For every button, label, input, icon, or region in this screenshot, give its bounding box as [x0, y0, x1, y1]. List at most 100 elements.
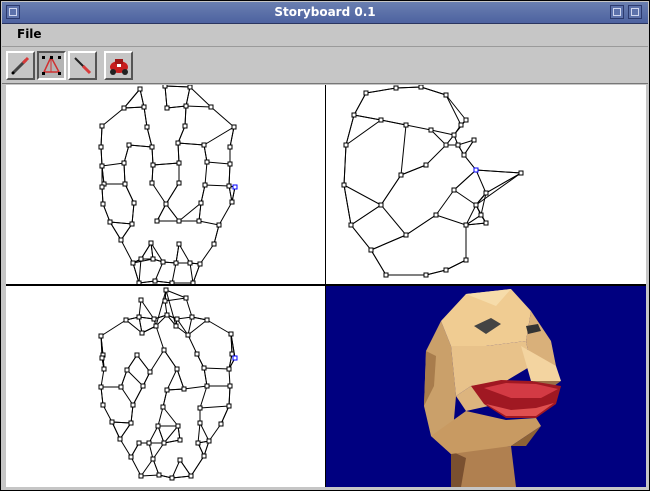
mesh-vertex[interactable]: [109, 419, 115, 425]
mesh-vertex[interactable]: [398, 172, 404, 178]
mesh-vertex[interactable]: [208, 104, 214, 110]
mesh-vertex[interactable]: [150, 456, 156, 462]
mesh-vertex[interactable]: [129, 221, 135, 227]
mesh-vertex[interactable]: [518, 170, 524, 176]
mesh-vertex[interactable]: [473, 167, 479, 173]
mesh-vertex[interactable]: [107, 219, 113, 225]
mesh-vertex[interactable]: [149, 144, 155, 150]
front-view-viewport[interactable]: [6, 85, 325, 284]
minimize-button[interactable]: [610, 5, 624, 19]
mesh-vertex[interactable]: [232, 184, 238, 190]
mesh-vertex[interactable]: [128, 454, 134, 460]
mesh-vertex[interactable]: [161, 440, 167, 446]
mesh-vertex[interactable]: [368, 247, 374, 253]
mesh-vertex[interactable]: [198, 200, 204, 206]
mesh-vertex[interactable]: [478, 212, 484, 218]
mesh-vertex[interactable]: [187, 260, 193, 266]
mesh-vertex[interactable]: [137, 86, 143, 92]
mesh-vertex[interactable]: [163, 201, 169, 207]
mesh-vertex[interactable]: [195, 440, 201, 446]
mesh-vertex[interactable]: [378, 117, 384, 123]
mesh-vertex[interactable]: [121, 160, 127, 166]
mesh-vertex[interactable]: [201, 453, 207, 459]
mesh-vertex[interactable]: [204, 159, 210, 165]
mesh-vertex[interactable]: [169, 475, 175, 481]
mesh-vertex[interactable]: [204, 383, 210, 389]
mesh-vertex[interactable]: [206, 438, 212, 444]
mesh-vertex[interactable]: [98, 384, 104, 390]
mesh-vertex[interactable]: [141, 104, 147, 110]
mesh-vertex[interactable]: [461, 152, 467, 158]
mesh-vertex[interactable]: [149, 180, 155, 186]
pencil-tool-button[interactable]: [6, 51, 35, 80]
mesh-vertex[interactable]: [181, 386, 187, 392]
mesh-vertex[interactable]: [202, 182, 208, 188]
mesh-vertex[interactable]: [177, 437, 183, 443]
mesh-vertex[interactable]: [443, 142, 449, 148]
top-view-viewport[interactable]: [6, 286, 325, 487]
mesh-vertex[interactable]: [161, 347, 167, 353]
mesh-vertex[interactable]: [227, 161, 233, 167]
mesh-vertex[interactable]: [99, 123, 105, 129]
mesh-vertex[interactable]: [98, 333, 104, 339]
mesh-vertex[interactable]: [118, 237, 124, 243]
mesh-vertex[interactable]: [443, 267, 449, 273]
mesh-vertex[interactable]: [201, 365, 207, 371]
mesh-vertex[interactable]: [100, 201, 106, 207]
mesh-vertex[interactable]: [226, 366, 232, 372]
front-view-wireframe[interactable]: [6, 85, 325, 284]
mesh-vertex[interactable]: [232, 355, 238, 361]
side-view-viewport[interactable]: [326, 85, 646, 284]
mesh-vertex[interactable]: [226, 403, 232, 409]
mesh-vertex[interactable]: [160, 404, 166, 410]
mesh-vertex[interactable]: [423, 272, 429, 278]
mesh-vertex[interactable]: [383, 272, 389, 278]
mesh-vertex[interactable]: [190, 280, 196, 284]
mesh-vertex[interactable]: [173, 260, 179, 266]
mesh-vertex[interactable]: [126, 142, 132, 148]
mesh-vertex[interactable]: [471, 137, 477, 143]
mesh-vertex[interactable]: [188, 473, 194, 479]
mesh-vertex[interactable]: [136, 314, 142, 320]
mesh-vertex[interactable]: [423, 162, 429, 168]
mesh-vertex[interactable]: [156, 472, 162, 478]
mesh-vertex[interactable]: [147, 369, 153, 375]
mesh-vertex[interactable]: [98, 144, 104, 150]
mesh-vertex[interactable]: [138, 473, 144, 479]
mesh-vertex[interactable]: [418, 85, 424, 90]
mesh-vertex[interactable]: [150, 256, 156, 262]
mesh-vertex[interactable]: [403, 232, 409, 238]
mesh-vertex[interactable]: [136, 280, 142, 284]
mesh-vertex[interactable]: [144, 124, 150, 130]
mesh-vertex[interactable]: [153, 323, 159, 329]
mesh-vertex[interactable]: [118, 384, 124, 390]
mesh-vertex[interactable]: [146, 440, 152, 446]
mesh-vertex[interactable]: [148, 240, 154, 246]
mesh-vertex[interactable]: [175, 140, 181, 146]
mesh-vertex[interactable]: [99, 184, 105, 190]
mesh-vertex[interactable]: [164, 312, 170, 318]
mesh-vertex[interactable]: [154, 218, 160, 224]
mesh-vertex[interactable]: [183, 103, 189, 109]
mesh-vertex[interactable]: [99, 163, 105, 169]
mesh-vertex[interactable]: [152, 278, 158, 284]
mesh-vertex[interactable]: [204, 317, 210, 323]
mesh-vertex[interactable]: [155, 423, 161, 429]
mesh-vertex[interactable]: [378, 202, 384, 208]
mesh-vertex[interactable]: [428, 127, 434, 133]
maximize-button[interactable]: [628, 5, 642, 19]
mesh-vertex[interactable]: [363, 90, 369, 96]
mesh-vertex[interactable]: [196, 218, 202, 224]
mesh-vertex[interactable]: [176, 160, 182, 166]
side-view-wireframe[interactable]: [326, 85, 646, 284]
mesh-vertex[interactable]: [201, 142, 207, 148]
mesh-vertex[interactable]: [123, 317, 129, 323]
mesh-vertex[interactable]: [211, 241, 217, 247]
mesh-vertex[interactable]: [130, 260, 136, 266]
mesh-vertex[interactable]: [187, 85, 193, 90]
mesh-vertex[interactable]: [160, 259, 166, 265]
mesh-vertex[interactable]: [128, 420, 134, 426]
mesh-vertex[interactable]: [343, 142, 349, 148]
mesh-vertex[interactable]: [231, 124, 237, 130]
render-tool-button[interactable]: [104, 51, 133, 80]
